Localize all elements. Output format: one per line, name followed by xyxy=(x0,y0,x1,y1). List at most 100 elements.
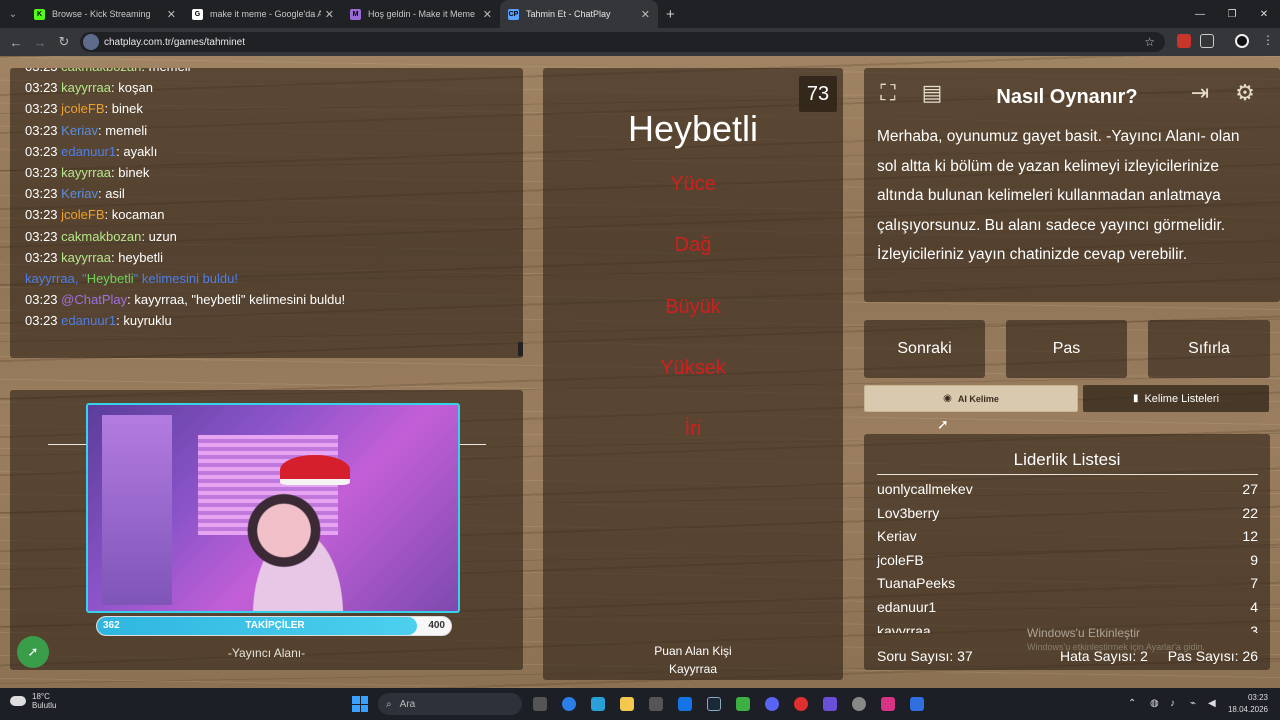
address-bar[interactable]: chatplay.com.tr/games/tahminet ☆ xyxy=(80,32,1165,52)
windows-start-icon[interactable] xyxy=(352,696,368,712)
app-icon[interactable] xyxy=(591,697,605,711)
chat-message: 03:23 @ChatPlay: kayyrraa, "heybetli" ke… xyxy=(25,289,508,310)
discord-icon[interactable] xyxy=(765,697,779,711)
menu-kebab-icon[interactable]: ⋮ xyxy=(1262,33,1274,47)
chat-username[interactable]: kayyrraa xyxy=(61,80,111,95)
list-icon: ▮ xyxy=(1132,393,1139,404)
chat-username[interactable]: jcoleFB xyxy=(61,207,104,222)
leaderboard-list[interactable]: uonlycallmekev 27 Lov3berry 22 Keriav 12 jcole… xyxy=(864,481,1270,633)
how-to-play-title: Nasıl Oynanır? xyxy=(996,86,1138,108)
leaderboard-score: 3 xyxy=(1250,622,1258,633)
back-icon[interactable]: ← xyxy=(4,35,28,50)
follower-label: TAKİPÇİLER xyxy=(245,620,305,631)
instagram-icon[interactable] xyxy=(881,697,895,711)
leaderboard-name: jcoleFB xyxy=(877,551,924,568)
scroll-handle[interactable] xyxy=(518,342,523,356)
weather-widget[interactable]: 18°C Bulutlu xyxy=(10,692,56,710)
browser-tab[interactable]: Gmake it meme - Google'da Ara ✕ xyxy=(184,0,342,28)
game-page: 03:23 cakmakbozan: memeli03:23 kayyrraa:… xyxy=(0,56,1280,688)
close-tab-icon[interactable]: ✕ xyxy=(641,8,650,21)
chat-username[interactable]: Keriav xyxy=(61,186,98,201)
teams-icon[interactable] xyxy=(823,697,837,711)
reset-button[interactable]: Sıfırla xyxy=(1148,320,1270,378)
close-tab-icon[interactable]: ✕ xyxy=(325,8,334,21)
forward-icon[interactable]: → xyxy=(28,35,52,50)
store-icon[interactable] xyxy=(649,697,663,711)
app-icon[interactable] xyxy=(910,697,924,711)
tab-search-dropdown[interactable]: ⌄ xyxy=(0,0,26,28)
extensions-puzzle-icon[interactable] xyxy=(1200,34,1214,48)
chat-username[interactable]: edanuur1 xyxy=(61,313,116,328)
close-window-icon[interactable]: ✕ xyxy=(1248,0,1280,28)
task-view-icon[interactable] xyxy=(533,697,547,711)
chat-username[interactable]: @ChatPlay xyxy=(61,292,127,307)
chat-text: : kuyruklu xyxy=(116,313,172,329)
obs-icon[interactable] xyxy=(852,697,866,711)
activation-watermark: Windows'u Etkinleştir xyxy=(1027,626,1140,640)
bookmark-star-icon[interactable]: ☆ xyxy=(1144,35,1155,49)
chat-username[interactable]: Keriav xyxy=(61,123,98,138)
extension-icon[interactable] xyxy=(1177,34,1191,48)
pass-button[interactable]: Pas xyxy=(1006,320,1127,378)
profile-avatar[interactable] xyxy=(1235,34,1249,48)
network-icon[interactable]: ⌁ xyxy=(1190,698,1196,709)
reload-icon[interactable]: ↻ xyxy=(52,34,76,50)
chat-username[interactable]: kayyrraa xyxy=(61,250,111,265)
chat-username[interactable]: cakmakbozan xyxy=(61,68,141,74)
forbidden-word: Yüce xyxy=(670,173,716,195)
chevron-up-icon[interactable]: ⌃ xyxy=(1128,698,1136,709)
separator-line xyxy=(460,444,486,445)
restore-icon[interactable]: ❐ xyxy=(1216,0,1248,28)
steam-icon[interactable] xyxy=(707,697,721,711)
follower-goal-bar: 362 TAKİPÇİLER 400 xyxy=(96,616,452,636)
browser-tab[interactable]: K Browse - Kick Streaming ✕ xyxy=(26,0,184,28)
app-tray-icon[interactable]: ◍ xyxy=(1150,698,1159,709)
chat-username[interactable]: cakmakbozan xyxy=(61,229,141,244)
leaderboard-row: uonlycallmekev 27 xyxy=(877,481,1258,497)
new-tab-button[interactable]: + xyxy=(666,6,675,23)
close-tab-icon[interactable]: ✕ xyxy=(483,8,492,21)
leaderboard-title: Liderlik Listesi xyxy=(1013,450,1121,469)
microphone-icon[interactable]: ♪ xyxy=(1170,698,1175,709)
chat-text: : memeli xyxy=(98,122,148,138)
browser-tab[interactable]: CP Tahmin Et - ChatPlay ✕ xyxy=(500,0,658,28)
how-to-play-text: Merhaba, oyunumuz gayet basit. -Yayıncı … xyxy=(877,128,1240,263)
youtube-icon[interactable] xyxy=(794,697,808,711)
tab-word-lists[interactable]: ▮ Kelime Listeleri xyxy=(1083,385,1269,412)
browser-tab[interactable]: M Hoş geldin - Make it Meme ✕ xyxy=(342,0,500,28)
tab-ai-word[interactable]: ◉ AI Kelime xyxy=(864,385,1078,412)
taskbar-search[interactable]: ⌕ Ara xyxy=(378,693,522,715)
how-to-play-panel: ⛶ ▤ ⇥ ⚙ Nasıl Oynanır? Merhaba, oyunumuz… xyxy=(864,68,1280,302)
clock-date: 18.04.2026 xyxy=(1227,705,1268,714)
minecraft-icon[interactable] xyxy=(736,697,750,711)
tab-title: Browse - Kick Streaming xyxy=(52,9,151,19)
rocket-icon[interactable]: ➚ xyxy=(17,636,49,668)
chat-username[interactable]: kayyrraa xyxy=(61,165,111,180)
file-explorer-icon[interactable] xyxy=(620,697,634,711)
chat-username[interactable]: jcoleFB xyxy=(61,101,104,116)
leaderboard-row: Keriav 12 xyxy=(877,528,1258,544)
close-tab-icon[interactable]: ✕ xyxy=(167,8,176,21)
volume-icon[interactable]: ◀ xyxy=(1208,698,1216,709)
chrome-icon[interactable] xyxy=(562,697,576,711)
chat-time: 03:23 xyxy=(25,292,58,308)
chat-text: : memeli xyxy=(141,68,190,74)
weather-temp: 18°C xyxy=(32,692,50,701)
clock-time: 03:23 xyxy=(1247,693,1268,702)
chat-message: 03:23 jcoleFB: kocaman xyxy=(25,204,508,225)
browser-tabbar: ⌄ K Browse - Kick Streaming ✕ Gmake it meme… xyxy=(0,0,1280,28)
chat-message: 03:23 kayyrraa: binek xyxy=(25,162,508,183)
next-button[interactable]: Sonraki xyxy=(864,320,985,378)
site-info-icon[interactable] xyxy=(83,34,99,50)
minimize-icon[interactable]: — xyxy=(1184,0,1216,28)
streamer-image xyxy=(228,485,368,611)
clock[interactable]: 03:23 18.04.2026 xyxy=(1228,692,1268,716)
leaderboard-score: 9 xyxy=(1250,551,1258,568)
leaderboard-score: 22 xyxy=(1242,504,1258,521)
mail-icon[interactable] xyxy=(678,697,692,711)
tab-title: Tahmin Et - ChatPlay xyxy=(526,9,611,19)
cloud-icon xyxy=(10,696,26,706)
chat-username[interactable]: edanuur1 xyxy=(61,144,116,159)
robot-icon: ◉ xyxy=(943,393,952,404)
chat-time: 03:23 xyxy=(25,80,58,96)
